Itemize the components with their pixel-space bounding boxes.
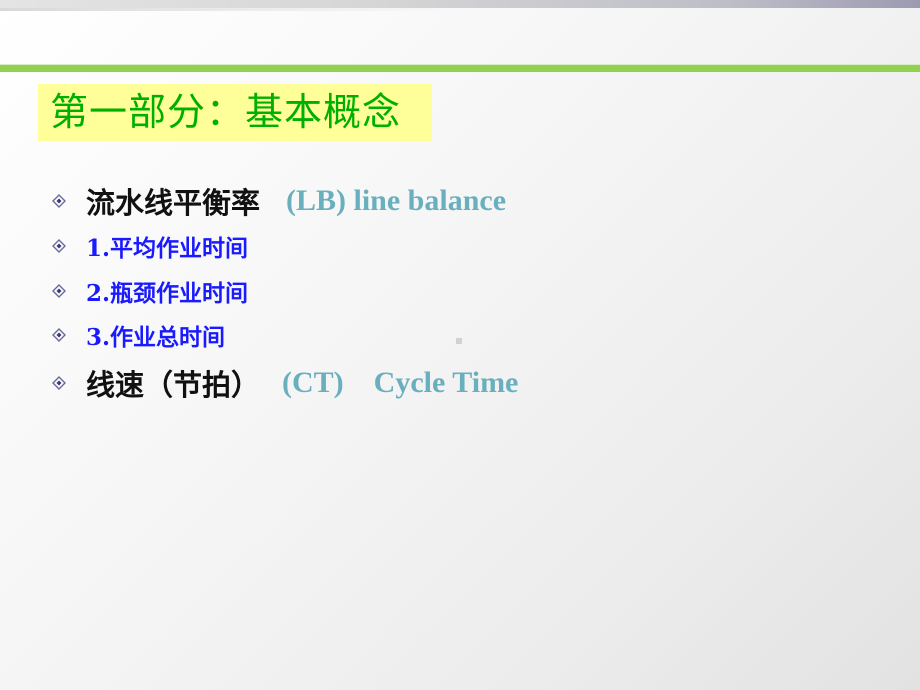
diamond-bullet-icon xyxy=(52,328,66,342)
item-text-cn: 线速（节拍） xyxy=(86,368,261,402)
diamond-bullet-icon xyxy=(52,376,66,390)
slide-title: 第一部分：基本概念 xyxy=(50,90,402,134)
diamond-bullet-icon xyxy=(52,239,66,253)
diamond-bullet-icon xyxy=(52,284,66,298)
list-item-cycle-time: 线速（节拍） (CT) Cycle Time xyxy=(52,362,518,404)
placeholder-dot xyxy=(456,338,462,344)
diamond-bullet-icon xyxy=(52,194,66,208)
item-text-en: (CT) Cycle Time xyxy=(282,366,519,399)
header-divider xyxy=(0,65,920,72)
item-text-en: (LB) line balance xyxy=(286,184,507,217)
list-item-average-time: 1.平均作业时间 xyxy=(52,229,248,263)
item-text-cn: 3.作业总时间 xyxy=(86,324,226,351)
item-text-cn: 2.瓶颈作业时间 xyxy=(86,280,249,307)
top-decorative-bar xyxy=(0,0,920,8)
list-item-bottleneck-time: 2.瓶颈作业时间 xyxy=(52,274,248,308)
list-item-line-balance: 流水线平衡率 (LB) line balance xyxy=(52,180,506,222)
top-decorative-shadow xyxy=(0,8,460,11)
list-item-total-time: 3.作业总时间 xyxy=(52,318,225,352)
item-text-cn: 1.平均作业时间 xyxy=(86,235,249,262)
item-text-cn: 流水线平衡率 xyxy=(86,186,261,220)
